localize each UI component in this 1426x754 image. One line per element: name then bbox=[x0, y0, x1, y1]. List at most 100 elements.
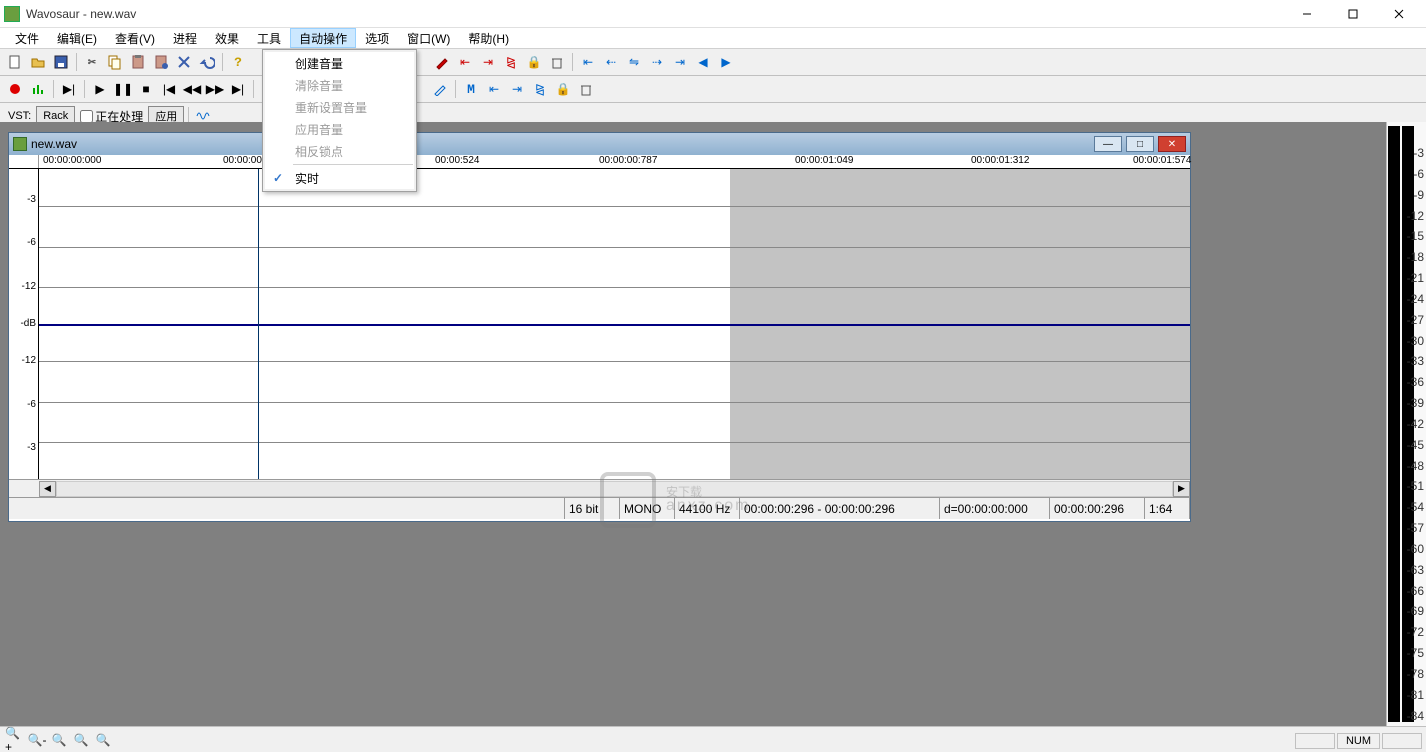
open-file-button[interactable] bbox=[27, 51, 49, 73]
window-title: Wavosaur - new.wav bbox=[26, 7, 1284, 21]
meter-tick: -42 bbox=[1407, 417, 1424, 431]
cut-button[interactable]: ✂ bbox=[81, 51, 103, 73]
menu-1[interactable]: 编辑(E) bbox=[48, 28, 106, 48]
menu-5[interactable]: 工具 bbox=[248, 28, 290, 48]
playhead-cursor[interactable] bbox=[258, 169, 259, 479]
levels-icon[interactable] bbox=[27, 78, 49, 100]
document-titlebar[interactable]: new.wav — □ ✕ bbox=[9, 133, 1190, 155]
blue-next-button[interactable]: ⇥ bbox=[506, 78, 528, 100]
meter-tick: -54 bbox=[1407, 500, 1424, 514]
loop-end-button[interactable]: ⇥ bbox=[669, 51, 691, 73]
new-file-button[interactable] bbox=[4, 51, 26, 73]
crop-button[interactable] bbox=[173, 51, 195, 73]
meter-tick: -51 bbox=[1407, 479, 1424, 493]
loop-next-button[interactable]: ⇢ bbox=[646, 51, 668, 73]
db-label: -6 bbox=[27, 399, 36, 410]
meter-tick: -48 bbox=[1407, 459, 1424, 473]
waveform-canvas[interactable] bbox=[39, 169, 1190, 479]
zoom-fit-button[interactable]: 🔍 bbox=[70, 729, 92, 751]
scroll-track[interactable] bbox=[56, 481, 1173, 497]
lock-button[interactable]: 🔒 bbox=[523, 51, 545, 73]
play-skip-button[interactable]: ▶| bbox=[58, 78, 80, 100]
zoom-full-button[interactable]: 🔍 bbox=[92, 729, 114, 751]
copy-button[interactable] bbox=[104, 51, 126, 73]
db-label: -6 bbox=[27, 237, 36, 248]
menu-9[interactable]: 帮助(H) bbox=[459, 28, 518, 48]
loop-prev-button[interactable]: ⇠ bbox=[600, 51, 622, 73]
menu-3[interactable]: 进程 bbox=[164, 28, 206, 48]
meter-tick: -69 bbox=[1407, 604, 1424, 618]
db-label: -3 bbox=[27, 194, 36, 205]
menu-6[interactable]: 自动操作 bbox=[290, 28, 356, 48]
ruler-tick: 00:00:00:787 bbox=[599, 155, 657, 166]
meter-tick: -36 bbox=[1407, 375, 1424, 389]
blue-group-button[interactable]: ⧎ bbox=[529, 78, 551, 100]
marker-prev-button[interactable]: ⇤ bbox=[454, 51, 476, 73]
dd-item-0[interactable]: 创建音量 bbox=[265, 52, 414, 74]
menu-2[interactable]: 查看(V) bbox=[106, 28, 164, 48]
loop-start-button[interactable]: ⇤ bbox=[577, 51, 599, 73]
meter-tick: -45 bbox=[1407, 438, 1424, 452]
doc-maximize-button[interactable]: □ bbox=[1126, 136, 1154, 152]
blue-delete-button[interactable] bbox=[575, 78, 597, 100]
save-button[interactable] bbox=[50, 51, 72, 73]
menu-0[interactable]: 文件 bbox=[6, 28, 48, 48]
maximize-button[interactable] bbox=[1330, 0, 1376, 28]
doc-close-button[interactable]: ✕ bbox=[1158, 136, 1186, 152]
minimize-button[interactable] bbox=[1284, 0, 1330, 28]
record-button[interactable] bbox=[4, 78, 26, 100]
meter-tick: -24 bbox=[1407, 292, 1424, 306]
paste-special-button[interactable] bbox=[150, 51, 172, 73]
delete-button[interactable] bbox=[546, 51, 568, 73]
play-button[interactable]: ▶ bbox=[89, 78, 111, 100]
draw-tool-button[interactable] bbox=[429, 78, 451, 100]
status-zoom: 1:64 bbox=[1145, 498, 1190, 519]
toolbar-row-1: ✂ ? ⇤ ⇥ ⧎ 🔒 ⇤ ⇠ ⇋ ⇢ ⇥ ◀ ▶ bbox=[0, 49, 1426, 76]
dd-item-2: 重新设置音量 bbox=[265, 96, 414, 118]
db-label: -12 bbox=[22, 281, 36, 292]
go-end-button[interactable]: ▶| bbox=[227, 78, 249, 100]
status-empty-2 bbox=[1382, 733, 1422, 749]
waveform-area[interactable]: -3-6-12-dB-12-6-3 bbox=[9, 169, 1190, 479]
status-numlock: NUM bbox=[1337, 733, 1380, 749]
meter-tick: -75 bbox=[1407, 646, 1424, 660]
paste-button[interactable] bbox=[127, 51, 149, 73]
go-start-button[interactable]: |◀ bbox=[158, 78, 180, 100]
marker-group-button[interactable]: ⧎ bbox=[500, 51, 522, 73]
edit-tool-button[interactable] bbox=[431, 51, 453, 73]
help-button[interactable]: ? bbox=[227, 51, 249, 73]
marker-next-button[interactable]: ⇥ bbox=[477, 51, 499, 73]
blue-lock-button[interactable]: 🔒 bbox=[552, 78, 574, 100]
skip-fwd-icon[interactable]: ▶ bbox=[715, 51, 737, 73]
time-ruler[interactable]: 00:00:00:00000:00:00:200:00:52400:00:00:… bbox=[9, 155, 1190, 169]
close-button[interactable] bbox=[1376, 0, 1422, 28]
document-statusbar: 16 bit MONO 44100 Hz 00:00:00:296 - 00:0… bbox=[9, 497, 1190, 519]
main-statusbar: NUM bbox=[1295, 733, 1422, 749]
menu-4[interactable]: 效果 bbox=[206, 28, 248, 48]
doc-minimize-button[interactable]: — bbox=[1094, 136, 1122, 152]
loop-toggle-button[interactable]: ⇋ bbox=[623, 51, 645, 73]
scroll-left-button[interactable]: ◀ bbox=[39, 481, 56, 497]
undo-button[interactable] bbox=[196, 51, 218, 73]
zoom-in-button[interactable]: 🔍+ bbox=[4, 729, 26, 751]
meter-tick: -72 bbox=[1407, 625, 1424, 639]
skip-back-icon[interactable]: ◀ bbox=[692, 51, 714, 73]
blue-prev-button[interactable]: ⇤ bbox=[483, 78, 505, 100]
zoom-out-button[interactable]: 🔍- bbox=[26, 729, 48, 751]
meter-tick: -18 bbox=[1407, 250, 1424, 264]
ruler-tick: 00:00:01:574 bbox=[1133, 155, 1191, 166]
menu-8[interactable]: 窗口(W) bbox=[398, 28, 459, 48]
status-selection-range: 00:00:00:296 - 00:00:00:296 bbox=[740, 498, 940, 519]
horizontal-scrollbar[interactable]: ◀ ▶ bbox=[9, 479, 1190, 497]
zoom-selection-button[interactable]: 🔍 bbox=[48, 729, 70, 751]
stop-button[interactable]: ■ bbox=[135, 78, 157, 100]
m-marker-button[interactable]: M bbox=[460, 78, 482, 100]
scroll-right-button[interactable]: ▶ bbox=[1173, 481, 1190, 497]
status-delta: d=00:00:00:000 bbox=[940, 498, 1050, 519]
ffwd-button[interactable]: ▶▶ bbox=[204, 78, 226, 100]
toolbar-row-2: ▶| ▶ ❚❚ ■ |◀ ◀◀ ▶▶ ▶| M ⇤ ⇥ ⧎ 🔒 bbox=[0, 76, 1426, 103]
dd-item-realtime[interactable]: ✓实时 bbox=[265, 167, 414, 189]
rewind-button[interactable]: ◀◀ bbox=[181, 78, 203, 100]
pause-button[interactable]: ❚❚ bbox=[112, 78, 134, 100]
menu-7[interactable]: 选项 bbox=[356, 28, 398, 48]
